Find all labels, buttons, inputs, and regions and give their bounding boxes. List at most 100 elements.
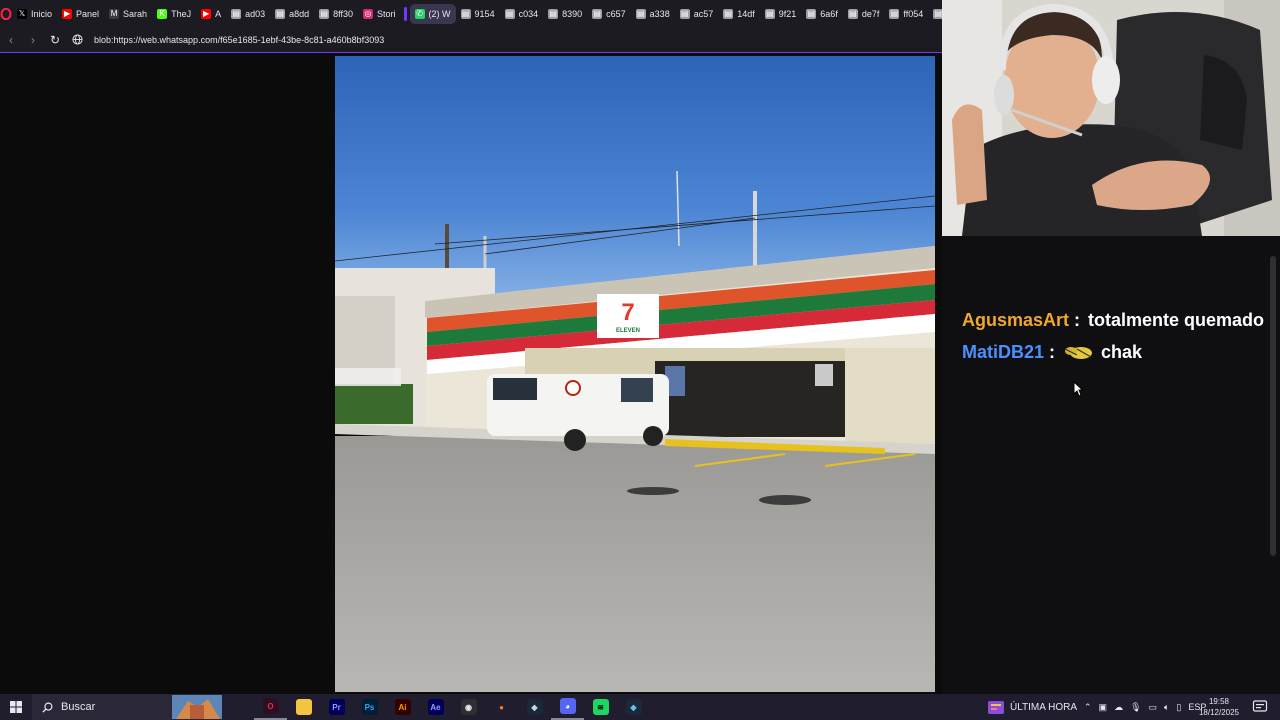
youtube-icon: ▶ <box>62 8 73 19</box>
taskbar-search-box[interactable]: Buscar <box>32 694 222 720</box>
opera-gx-icon: O <box>262 698 279 714</box>
whatsapp-icon: ✆ <box>414 8 425 19</box>
browser-tab[interactable]: ▤ 8ff30 <box>314 4 358 24</box>
news-icon <box>988 700 1004 714</box>
scrollbar[interactable] <box>1269 236 1277 694</box>
browser-tab[interactable]: ▤ 8390 <box>543 4 587 24</box>
chat-emote-icon <box>1064 347 1093 359</box>
taskbar-app-button[interactable]: Ae <box>419 694 452 720</box>
taskbar-app-button[interactable]: ◆ <box>617 694 650 720</box>
document-icon: ▤ <box>635 8 646 19</box>
taskbar-app-button[interactable]: Ps <box>353 694 386 720</box>
kick-icon: K <box>157 8 168 19</box>
browser-tab-bar: 𝕏 Inicio ▶ Panel M Sarah K TheJ ▶ A ▤ ad03 ▤ a8dd ▤ 8ff… <box>0 0 942 27</box>
document-icon: ▤ <box>806 8 817 19</box>
browser-tab[interactable]: ▤ 9154 <box>456 4 500 24</box>
chat-message-text: chak <box>1101 341 1143 362</box>
browser-tab-label: TheJ <box>171 8 192 19</box>
taskbar-app-button[interactable]: ● <box>485 694 518 720</box>
search-placeholder: Buscar <box>61 701 96 713</box>
chat-username: AgusmasArt <box>962 309 1070 330</box>
opera-logo-icon[interactable] <box>0 0 12 27</box>
browser-tab[interactable]: ▤ de7f <box>843 4 885 24</box>
clock[interactable]: 19:58 18/12/2025 <box>1196 696 1242 718</box>
taskbar-app-button[interactable]: O <box>254 694 287 720</box>
tab-list: 𝕏 Inicio ▶ Panel M Sarah K TheJ ▶ A ▤ ad03 ▤ a8dd ▤ 8ff… <box>12 3 942 24</box>
document-icon: ▤ <box>933 8 942 19</box>
gmail-icon: M <box>109 8 120 19</box>
browser-tab-label: (2) W <box>428 8 451 19</box>
browser-tab[interactable]: ▤ ad03 <box>226 4 270 24</box>
browser-tab[interactable]: ✆ (2) W <box>409 3 456 24</box>
browser-tab[interactable]: ▤ ff054 <box>884 4 928 24</box>
taskbar-app-button[interactable]: Pr <box>320 694 353 720</box>
url-text[interactable]: blob:https://web.whatsapp.com/f65e1685-1… <box>94 35 384 45</box>
browser-tab[interactable]: K TheJ <box>152 4 196 24</box>
instagram-icon: ◎ <box>363 8 374 19</box>
spotify-icon: ≋ <box>592 699 609 715</box>
document-icon: ▤ <box>592 8 603 19</box>
mouse-cursor-icon <box>1073 380 1084 397</box>
browser-tab[interactable]: ▤ a338 <box>631 4 675 24</box>
chevron-up-icon[interactable]: ⌃ <box>1084 702 1092 713</box>
taskbar-app-button[interactable]: ▬ <box>287 694 320 720</box>
address-bar: ‹ › ↻ blob:https://web.whatsapp.com/f65e… <box>0 27 942 53</box>
browser-tab[interactable]: 𝕏 Inicio <box>12 4 57 24</box>
start-button[interactable] <box>0 694 32 720</box>
browser-tab-label: 9154 <box>474 8 495 19</box>
search-highlight-image <box>172 695 222 719</box>
browser-tab[interactable]: ▶ Panel <box>57 4 104 24</box>
scrollbar-thumb[interactable] <box>1270 256 1276 556</box>
chat-message: MatiDB21: chak <box>962 336 1272 368</box>
browser-tab[interactable]: ▤ a8dd <box>270 4 314 24</box>
steam-icon: ◆ <box>526 699 543 715</box>
browser-tab-label: Panel <box>76 8 100 19</box>
svg-text:ELEVEN: ELEVEN <box>616 328 640 334</box>
cloud-icon[interactable]: ☁ <box>1114 702 1123 713</box>
browser-tab-label: 9f21 <box>778 8 797 19</box>
browser-tab-label: 8ff30 <box>333 8 354 19</box>
volume-icon[interactable]: 🔈︎ <box>1164 702 1169 713</box>
clock-time: 19:58 <box>1208 697 1230 706</box>
chat-username: MatiDB21 <box>962 341 1045 362</box>
browser-tab[interactable]: ◎ Stori <box>358 4 401 24</box>
tray-app-icon[interactable]: ▣ <box>1099 702 1108 713</box>
browser-tab-label: Stori <box>377 8 396 19</box>
taskbar-app-button[interactable]: Ai <box>386 694 419 720</box>
chat-message: AgusmasArt: totalmente quemado <box>962 304 1272 336</box>
browser-tab-label: 6a6f <box>820 8 838 19</box>
taskbar-app-button[interactable]: ◆ <box>518 694 551 720</box>
taskbar-app-button[interactable]: ◕ <box>551 694 584 720</box>
browser-tab[interactable]: ▶ A <box>196 4 226 24</box>
forward-icon[interactable]: › <box>22 29 44 51</box>
browser-tab[interactable]: ▤ 14df <box>718 4 760 24</box>
browser-tab[interactable]: ▤ 6a6f <box>801 4 843 24</box>
browser-tab-label: Sarah <box>123 8 148 19</box>
youtube-audio-icon: ▶ <box>201 8 212 19</box>
back-icon[interactable]: ‹ <box>0 29 22 51</box>
document-icon: ▤ <box>460 8 471 19</box>
browser-tab[interactable]: M Sarah <box>104 4 152 24</box>
taskbar-app-button[interactable]: ≋ <box>584 694 617 720</box>
photoshop-icon: Ps <box>361 699 378 715</box>
file-explorer-icon: ▬ <box>295 699 312 715</box>
browser-tab[interactable]: ▤ c657 <box>587 4 631 24</box>
browser-tab[interactable]: ▤ ac57 <box>675 4 719 24</box>
browser-tab[interactable]: ▤ c034 <box>500 4 544 24</box>
browser-tab-label: c657 <box>606 8 626 19</box>
browser-tab-label: c034 <box>518 8 539 19</box>
microphone-icon[interactable]: 🎙︎ <box>1130 702 1141 713</box>
reload-icon[interactable]: ↻ <box>44 29 66 51</box>
browser-tab[interactable]: ▤ 9f21 <box>760 4 802 24</box>
notifications-icon[interactable] <box>1252 699 1268 715</box>
browser-tab-label: a8dd <box>289 8 310 19</box>
document-icon: ▤ <box>275 8 286 19</box>
taskbar-apps: O ▬ Pr Ps Ai Ae ◉ ● ◆ ◕ ≋ ◆ <box>254 694 650 720</box>
news-widget[interactable]: ÚLTIMA HORA <box>988 694 1077 720</box>
battery-icon[interactable]: ▯ <box>1176 702 1181 713</box>
document-icon: ▤ <box>764 8 775 19</box>
browser-tab[interactable]: ▤820c <box>928 4 942 24</box>
network-icon[interactable]: ▭ <box>1149 702 1158 713</box>
document-icon: ▤ <box>723 8 734 19</box>
taskbar-app-button[interactable]: ◉ <box>452 694 485 720</box>
